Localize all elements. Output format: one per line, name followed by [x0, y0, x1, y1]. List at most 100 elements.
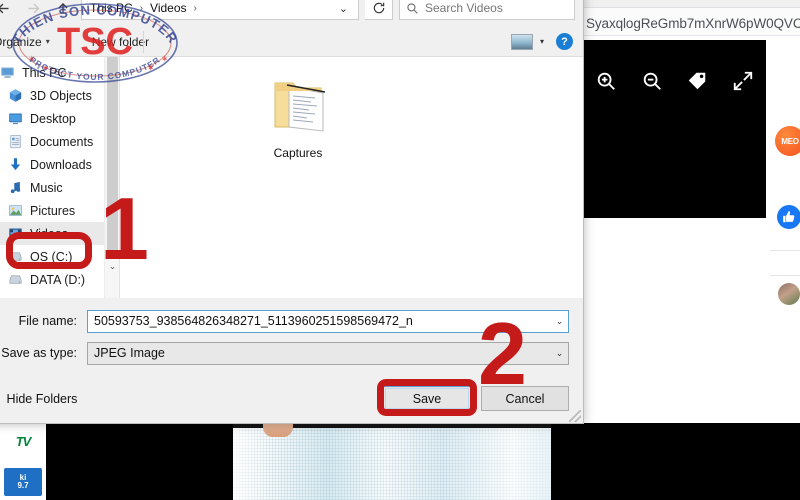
downloads-icon — [7, 157, 23, 173]
3d-objects-icon — [7, 88, 23, 104]
ad-thumbnail-tv[interactable]: TV — [4, 425, 42, 457]
music-icon — [7, 180, 23, 196]
sidebar-item-pictures[interactable]: Pictures — [0, 199, 119, 222]
chevron-down-icon: ▾ — [45, 37, 50, 46]
sidebar-item-label: This PC — [22, 65, 67, 80]
rail-divider — [770, 250, 800, 251]
sidebar-item-this-pc[interactable]: This PC — [0, 61, 119, 84]
new-folder-label: New folder — [91, 34, 150, 49]
file-item-label: Captures — [273, 146, 323, 160]
tag-icon[interactable] — [684, 68, 710, 94]
hide-folders-label: Hide Folders — [6, 391, 78, 406]
sidebar-item-label: DATA (D:) — [30, 272, 86, 287]
folder-icon — [263, 69, 333, 142]
chevron-down-icon[interactable]: ⌄ — [551, 343, 568, 364]
view-mode-icon[interactable] — [510, 33, 533, 50]
sidebar-item-label: OS (C:) — [30, 249, 73, 264]
expand-icon[interactable] — [730, 68, 756, 94]
up-button[interactable] — [51, 0, 75, 20]
dialog-action-row: ⌃ Hide Folders Save Cancel — [0, 372, 583, 423]
navigation-pane: This PC 3D Objects Desktop Documents Dow… — [0, 57, 120, 298]
back-button[interactable] — [0, 0, 15, 20]
photo-hand — [263, 423, 293, 437]
ad-tv-label: TV — [15, 433, 32, 449]
videos-icon — [7, 226, 23, 242]
sidebar-item-label: Desktop — [30, 111, 76, 126]
refresh-button[interactable] — [365, 0, 393, 20]
forward-button[interactable] — [21, 0, 45, 20]
address-bar-row: This PC › Videos › ⌄ Search Videos — [0, 0, 583, 27]
sidebar-item-label: Documents — [30, 134, 94, 149]
navigation-scrollbar[interactable]: ⌄ — [104, 57, 119, 298]
dialog-buttons: Save Cancel — [383, 386, 569, 411]
documents-icon — [7, 134, 23, 150]
chevron-down-icon[interactable]: ▾ — [540, 37, 544, 46]
background-url-text: SyaxqlogReGmb7mXnrW6pW0QVCX — [586, 16, 800, 31]
sidebar-item-desktop[interactable]: Desktop — [0, 107, 119, 130]
chevron-down-icon[interactable]: ⌄ — [333, 2, 354, 15]
sidebar-item-label: Videos — [30, 226, 68, 241]
breadcrumb-item-this-pc[interactable]: This PC — [86, 0, 137, 16]
sidebar-item-label: Music — [30, 180, 63, 195]
file-item-captures[interactable]: Captures — [250, 69, 346, 160]
save-as-type-select[interactable]: JPEG Image ⌄ — [87, 341, 569, 365]
dialog-body: This PC 3D Objects Desktop Documents Dow… — [0, 57, 583, 298]
avatar[interactable] — [778, 283, 800, 305]
save-as-type-row: Save as type: JPEG Image ⌄ — [0, 340, 569, 366]
sidebar-item-label: Pictures — [30, 203, 76, 218]
search-icon — [407, 2, 418, 14]
hide-folders-toggle[interactable]: ⌃ Hide Folders — [0, 392, 77, 406]
cancel-button[interactable]: Cancel — [481, 386, 569, 411]
search-placeholder: Search Videos — [425, 1, 503, 15]
breadcrumb-item-videos[interactable]: Videos — [146, 0, 190, 16]
sidebar-item-label: Downloads — [30, 157, 92, 172]
like-icon[interactable] — [777, 205, 800, 229]
scroll-down-button[interactable]: ⌄ — [105, 259, 119, 274]
command-separator — [143, 31, 144, 53]
help-button[interactable]: ? — [556, 33, 573, 50]
sidebar-item-videos[interactable]: Videos — [0, 222, 119, 245]
ad-score-line2: 9.7 — [17, 481, 29, 490]
pictures-icon — [7, 203, 23, 219]
zoom-in-icon[interactable] — [593, 68, 619, 94]
save-form: File name: 50593753_938564826348271_5113… — [0, 298, 583, 372]
save-as-type-label: Save as type: — [1, 346, 77, 360]
drive-icon — [7, 249, 23, 265]
save-as-type-value: JPEG Image — [94, 346, 165, 360]
drive-icon — [7, 272, 23, 288]
save-as-dialog: This PC › Videos › ⌄ Search Videos Organ… — [0, 0, 584, 424]
photo-viewer-toolbar — [583, 56, 766, 106]
organize-button[interactable]: Organize ▾ — [0, 35, 50, 49]
chevron-down-icon[interactable]: ⌄ — [551, 310, 568, 332]
desktop-icon — [7, 111, 23, 127]
this-pc-icon — [0, 65, 15, 81]
breadcrumb-separator: › — [193, 2, 197, 14]
sidebar-item-documents[interactable]: Documents — [0, 130, 119, 153]
file-name-row: File name: 50593753_938564826348271_5113… — [0, 308, 569, 334]
save-button[interactable]: Save — [383, 386, 471, 411]
breadcrumb[interactable]: This PC › Videos › ⌄ — [81, 0, 359, 20]
file-list-pane[interactable]: Captures — [120, 57, 583, 298]
ad-thumbnail-score[interactable]: ki 9.7 — [4, 468, 42, 496]
sidebar-item-os-c[interactable]: OS (C:) — [0, 245, 119, 268]
rail-divider — [770, 275, 800, 276]
sidebar-item-3d-objects[interactable]: 3D Objects — [0, 84, 119, 107]
sidebar-item-label: 3D Objects — [30, 88, 92, 103]
file-name-input[interactable]: 50593753_938564826348271_511396025159856… — [87, 309, 569, 333]
resize-grip[interactable] — [569, 410, 581, 422]
zoom-out-icon[interactable] — [639, 68, 665, 94]
meo-badge[interactable]: MEO — [775, 126, 800, 156]
organize-label: Organize — [0, 34, 42, 49]
chevron-up-icon: ⌃ — [0, 393, 1, 404]
file-name-value: 50593753_938564826348271_511396025159856… — [94, 314, 413, 328]
scrollbar-thumb[interactable] — [107, 57, 118, 253]
file-name-label: File name: — [18, 314, 77, 328]
search-input[interactable]: Search Videos — [399, 0, 575, 20]
sidebar-item-data-d[interactable]: DATA (D:) — [0, 268, 119, 291]
breadcrumb-separator: › — [139, 2, 144, 14]
command-bar: Organize ▾ New folder ▾ ? — [0, 27, 583, 57]
sidebar-item-downloads[interactable]: Downloads — [0, 153, 119, 176]
new-folder-button[interactable]: New folder — [92, 35, 149, 49]
sidebar-item-music[interactable]: Music — [0, 176, 119, 199]
command-bar-right: ▾ ? — [510, 33, 573, 50]
